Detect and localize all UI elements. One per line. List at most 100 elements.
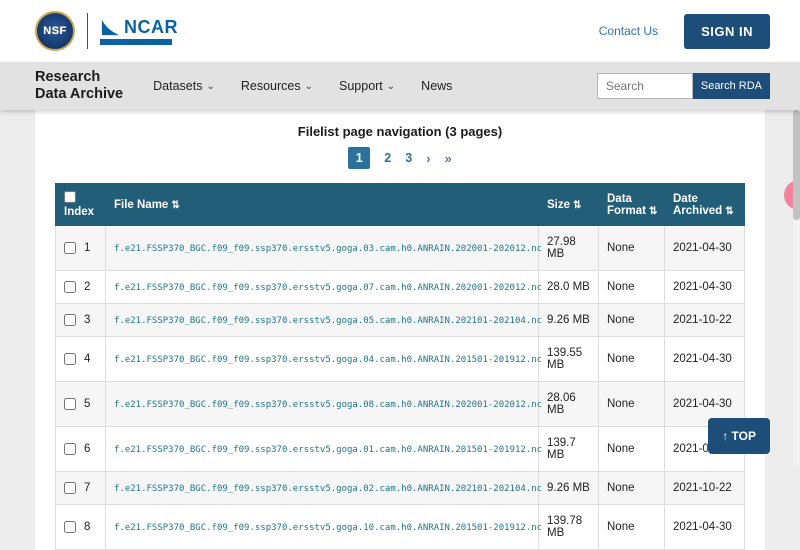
- nav-items: Datasets ⌄ Resources ⌄ Support ⌄ News: [153, 79, 452, 93]
- search-rda-button[interactable]: Search RDA: [693, 73, 770, 99]
- search-input[interactable]: [597, 73, 693, 99]
- sort-icon[interactable]: ⇅: [725, 206, 733, 217]
- filelist-table: Index File Name⇅ Size⇅ Data Format⇅ Date…: [55, 183, 745, 550]
- sort-icon[interactable]: ⇅: [171, 200, 179, 211]
- back-to-top-button[interactable]: ↑ TOP: [708, 418, 770, 454]
- row-index: 1: [84, 242, 90, 254]
- ncar-logo-text: NCAR: [124, 18, 178, 36]
- file-link[interactable]: f.e21.FSSP370_BGC.f09_f09.ssp370.ersstv5…: [114, 484, 542, 494]
- row-checkbox[interactable]: [64, 314, 76, 326]
- table-row: 4 f.e21.FSSP370_BGC.f09_f09.ssp370.ersst…: [56, 337, 745, 382]
- table-row: 2 f.e21.FSSP370_BGC.f09_f09.ssp370.ersst…: [56, 271, 745, 304]
- row-checkbox[interactable]: [64, 242, 76, 254]
- filelist-pagination-title: Filelist page navigation (3 pages): [55, 124, 745, 139]
- ncar-logo-top: NCAR: [100, 18, 178, 36]
- logo-divider: [87, 13, 88, 49]
- page-2-button[interactable]: 2: [384, 151, 391, 165]
- file-size: 28.06 MB: [539, 382, 599, 427]
- row-checkbox[interactable]: [64, 482, 76, 494]
- file-link[interactable]: f.e21.FSSP370_BGC.f09_f09.ssp370.ersstv5…: [114, 316, 542, 326]
- data-format: None: [599, 505, 665, 550]
- main-navbar: Research Data Archive Datasets ⌄ Resourc…: [0, 62, 800, 110]
- page-3-button[interactable]: 3: [405, 151, 412, 165]
- file-size: 139.78 MB: [539, 505, 599, 550]
- data-format: None: [599, 427, 665, 472]
- table-row: 1 f.e21.FSSP370_BGC.f09_f09.ssp370.ersst…: [56, 226, 745, 271]
- header-date-archived[interactable]: Date Archived⇅: [665, 184, 745, 226]
- file-size: 139.7 MB: [539, 427, 599, 472]
- search-area: Search RDA: [597, 73, 770, 99]
- file-link[interactable]: f.e21.FSSP370_BGC.f09_f09.ssp370.ersstv5…: [114, 355, 542, 365]
- row-index: 5: [84, 398, 90, 410]
- brand-line2: Data Archive: [35, 86, 123, 103]
- next-page-button[interactable]: ›: [426, 151, 430, 166]
- nsf-logo[interactable]: NSF: [35, 11, 75, 51]
- ncar-logo-bar: [100, 39, 172, 45]
- header-index: Index: [56, 184, 106, 226]
- last-page-button[interactable]: »: [445, 151, 452, 166]
- table-header: Index File Name⇅ Size⇅ Data Format⇅ Date…: [56, 184, 745, 226]
- row-checkbox[interactable]: [64, 398, 76, 410]
- file-size: 139.55 MB: [539, 337, 599, 382]
- header-data-format-label: Data Format: [607, 193, 646, 217]
- sign-in-button[interactable]: SIGN IN: [684, 14, 770, 49]
- date-archived: 2021-04-30: [665, 226, 745, 271]
- file-link[interactable]: f.e21.FSSP370_BGC.f09_f09.ssp370.ersstv5…: [114, 523, 542, 533]
- date-archived: 2021-10-22: [665, 472, 745, 505]
- header-size[interactable]: Size⇅: [539, 184, 599, 226]
- nav-item-datasets[interactable]: Datasets ⌄: [153, 79, 215, 93]
- row-checkbox[interactable]: [64, 521, 76, 533]
- date-archived: 2021-04-30: [665, 271, 745, 304]
- logo-group: NSF NCAR: [35, 11, 178, 51]
- main-content: Filelist page navigation (3 pages) 1 2 3…: [35, 110, 765, 550]
- nsf-logo-text: NSF: [43, 25, 67, 37]
- file-link[interactable]: f.e21.FSSP370_BGC.f09_f09.ssp370.ersstv5…: [114, 283, 542, 293]
- table-body: 1 f.e21.FSSP370_BGC.f09_f09.ssp370.ersst…: [56, 226, 745, 550]
- header-date-archived-label: Date Archived: [673, 193, 722, 217]
- sort-icon[interactable]: ⇅: [649, 206, 657, 217]
- data-format: None: [599, 382, 665, 427]
- row-index: 6: [84, 443, 90, 455]
- file-link[interactable]: f.e21.FSSP370_BGC.f09_f09.ssp370.ersstv5…: [114, 445, 542, 455]
- nav-item-label: Resources: [241, 79, 301, 93]
- nav-item-label: News: [421, 79, 452, 93]
- header-file-name[interactable]: File Name⇅: [106, 184, 539, 226]
- sort-icon[interactable]: ⇅: [573, 200, 581, 211]
- file-link[interactable]: f.e21.FSSP370_BGC.f09_f09.ssp370.ersstv5…: [114, 244, 542, 254]
- row-checkbox[interactable]: [64, 281, 76, 293]
- data-format: None: [599, 271, 665, 304]
- row-index: 8: [84, 521, 90, 533]
- table-row: 7 f.e21.FSSP370_BGC.f09_f09.ssp370.ersst…: [56, 472, 745, 505]
- page-1-button[interactable]: 1: [348, 147, 370, 169]
- file-link[interactable]: f.e21.FSSP370_BGC.f09_f09.ssp370.ersstv5…: [114, 400, 542, 410]
- data-format: None: [599, 226, 665, 271]
- date-archived: 2021-04-30: [665, 505, 745, 550]
- header-file-name-label: File Name: [114, 199, 168, 211]
- table-row: 5 f.e21.FSSP370_BGC.f09_f09.ssp370.ersst…: [56, 382, 745, 427]
- header-data-format[interactable]: Data Format⇅: [599, 184, 665, 226]
- select-all-checkbox[interactable]: [64, 191, 76, 203]
- row-checkbox[interactable]: [64, 443, 76, 455]
- nav-item-support[interactable]: Support ⌄: [339, 79, 395, 93]
- row-checkbox[interactable]: [64, 353, 76, 365]
- file-size: 28.0 MB: [539, 271, 599, 304]
- nav-item-label: Datasets: [153, 79, 202, 93]
- contact-us-link[interactable]: Contact Us: [599, 24, 658, 38]
- table-row: 3 f.e21.FSSP370_BGC.f09_f09.ssp370.ersst…: [56, 304, 745, 337]
- chevron-down-icon: ⌄: [305, 81, 313, 92]
- header-size-label: Size: [547, 199, 570, 211]
- data-format: None: [599, 472, 665, 505]
- top-header: NSF NCAR Contact Us SIGN IN: [0, 0, 800, 62]
- table-row: 6 f.e21.FSSP370_BGC.f09_f09.ssp370.ersst…: [56, 427, 745, 472]
- header-index-label: Index: [64, 206, 94, 218]
- site-brand[interactable]: Research Data Archive: [35, 69, 123, 102]
- nav-item-resources[interactable]: Resources ⌄: [241, 79, 313, 93]
- date-archived: 2021-10-22: [665, 304, 745, 337]
- scrollbar-thumb[interactable]: [793, 110, 800, 220]
- table-row: 8 f.e21.FSSP370_BGC.f09_f09.ssp370.ersst…: [56, 505, 745, 550]
- nav-item-news[interactable]: News: [421, 79, 452, 93]
- scrollbar[interactable]: [793, 110, 800, 466]
- chevron-down-icon: ⌄: [387, 81, 395, 92]
- ncar-sail-icon: [100, 18, 120, 36]
- ncar-logo[interactable]: NCAR: [100, 18, 178, 45]
